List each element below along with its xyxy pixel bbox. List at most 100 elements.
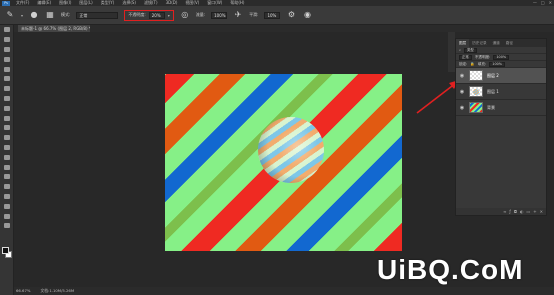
lasso-icon (4, 46, 10, 52)
layer-name[interactable]: 图层 1 (487, 89, 499, 95)
mask-icon[interactable]: ◘ (514, 209, 517, 214)
shape-tool[interactable] (0, 192, 14, 202)
tools-panel (0, 25, 14, 295)
opacity-input[interactable]: 20% (148, 11, 165, 19)
layer-thumbnail (469, 70, 483, 81)
options-bar: ✎ ▾ ● ▦ 模式: 正常 不透明度: 20% ▾ ◎ 流量: 100% ✈ … (0, 6, 554, 25)
blur-tool[interactable] (0, 143, 14, 153)
pen-tool[interactable] (0, 162, 14, 172)
lock-label: 锁定: (459, 61, 468, 66)
smoothing-label: 平滑: (249, 12, 259, 17)
pressure-size-icon[interactable]: ◉ (302, 10, 312, 20)
zoom-level[interactable]: 66.67% (16, 287, 30, 295)
layers-panel: 图层 历史记录 通道 路径 ⌕ 类型 正常 不透明度: 100% 锁定: 🔒 填… (455, 38, 547, 216)
tab-layers[interactable]: 图层 (456, 39, 470, 47)
brush-icon (4, 95, 10, 101)
collapsed-panel-strip[interactable] (448, 32, 455, 72)
stamp-tool[interactable] (0, 103, 14, 113)
opacity-label: 不透明度: (128, 12, 146, 17)
opacity-highlight-box: 不透明度: 20% ▾ (124, 9, 174, 21)
sphere-shading (258, 117, 324, 183)
layer-row-1[interactable]: ◉ 图层 1 (456, 84, 546, 100)
mode-label: 模式: (61, 12, 71, 17)
brush-tool[interactable] (0, 94, 14, 104)
tab-paths[interactable]: 路径 (503, 39, 516, 47)
layer-opacity-input[interactable]: 100% (493, 54, 510, 60)
type-icon (4, 174, 10, 180)
eraser-icon (4, 125, 10, 131)
marquee-tool[interactable] (0, 35, 14, 45)
fx-icon[interactable]: ƒ (509, 209, 510, 214)
layer-row-2[interactable]: ◉ 图层 2 (456, 68, 546, 84)
layer-name[interactable]: 背景 (487, 105, 495, 111)
blend-mode-select[interactable]: 正常 (459, 54, 472, 60)
quick-select-tool[interactable] (0, 54, 14, 64)
document-size: 文档:1.10M/5.26M (40, 288, 75, 293)
mode-select[interactable]: 正常 (76, 11, 119, 19)
opacity-chevron-icon[interactable]: ▾ (168, 13, 170, 18)
stamp-icon (4, 105, 10, 111)
lock-icon[interactable]: 🔒 (470, 62, 474, 66)
history-brush-tool[interactable] (0, 113, 14, 123)
gradient-tool[interactable] (0, 133, 14, 143)
adjustment-icon[interactable]: ◐ (520, 209, 524, 214)
flow-label: 流量: (195, 12, 206, 17)
eraser-tool[interactable] (0, 123, 14, 133)
healing-tool[interactable] (0, 84, 14, 94)
brush-tool-icon[interactable]: ✎ (5, 10, 15, 20)
blend-row: 正常 不透明度: 100% (456, 54, 546, 61)
more-tools[interactable] (0, 221, 14, 231)
brush-panel-icon[interactable]: ▦ (45, 10, 55, 20)
crop-icon (4, 66, 10, 72)
eyedropper-tool[interactable] (0, 74, 14, 84)
hand-icon (4, 203, 10, 209)
layer-kind-select[interactable]: 类型 (464, 47, 477, 53)
history-brush-icon (4, 115, 10, 121)
move-tool[interactable] (0, 25, 14, 35)
flow-input[interactable]: 100% (211, 11, 228, 19)
visibility-eye-icon[interactable]: ◉ (459, 89, 465, 95)
pen-icon (4, 164, 10, 170)
smoothing-input[interactable]: 10% (264, 11, 281, 19)
filter-search-icon: ⌕ (459, 48, 462, 52)
group-folder-icon[interactable]: ▭ (527, 209, 531, 214)
airbrush-icon[interactable]: ✈ (233, 10, 243, 20)
type-tool[interactable] (0, 172, 14, 182)
visibility-eye-icon[interactable]: ◉ (459, 105, 465, 111)
fill-input[interactable]: 100% (489, 61, 505, 67)
layers-footer: ∞ ƒ ◘ ◐ ▭ + ✕ (456, 208, 546, 215)
layer-opacity-label: 不透明度: (474, 54, 491, 59)
layer-name[interactable]: 图层 2 (487, 73, 499, 79)
move-icon (4, 27, 10, 33)
lasso-tool[interactable] (0, 45, 14, 55)
link-layers-icon[interactable]: ∞ (503, 209, 506, 214)
striped-sphere (258, 117, 324, 183)
fill-label: 填充: (477, 61, 487, 66)
new-layer-icon[interactable]: + (533, 209, 536, 214)
zoom-tool[interactable] (0, 211, 14, 221)
tab-history[interactable]: 历史记录 (469, 39, 489, 47)
tool-preset-chevron-icon[interactable]: ▾ (21, 13, 23, 18)
trash-icon[interactable]: ✕ (540, 209, 543, 214)
document-tabbar: 未标题-1 @ 66.7% (图层 2, RGB/8) * (14, 25, 554, 32)
pressure-opacity-icon[interactable]: ◎ (180, 10, 190, 20)
visibility-eye-icon[interactable]: ◉ (459, 73, 465, 79)
drop-icon (4, 144, 10, 150)
rectangle-icon (4, 193, 10, 199)
tab-channels[interactable]: 通道 (490, 39, 503, 47)
path-select-tool[interactable] (0, 182, 14, 192)
marquee-icon (4, 37, 10, 43)
gradient-icon (4, 135, 10, 141)
dodge-tool[interactable] (0, 152, 14, 162)
quick-select-icon (4, 56, 10, 62)
zoom-icon (4, 213, 10, 219)
hand-tool[interactable] (0, 201, 14, 211)
crop-tool[interactable] (0, 64, 14, 74)
foreground-color-swatch[interactable] (2, 247, 9, 254)
layer-row-background[interactable]: ◉ 背景 (456, 100, 546, 116)
document-tab[interactable]: 未标题-1 @ 66.7% (图层 2, RGB/8) * (18, 25, 90, 32)
smoothing-settings-gear-icon[interactable]: ⚙ (286, 10, 296, 20)
layer-filter-row: ⌕ 类型 (456, 47, 546, 54)
ellipsis-icon (4, 223, 10, 229)
brush-size-icon[interactable]: ● (29, 10, 39, 20)
